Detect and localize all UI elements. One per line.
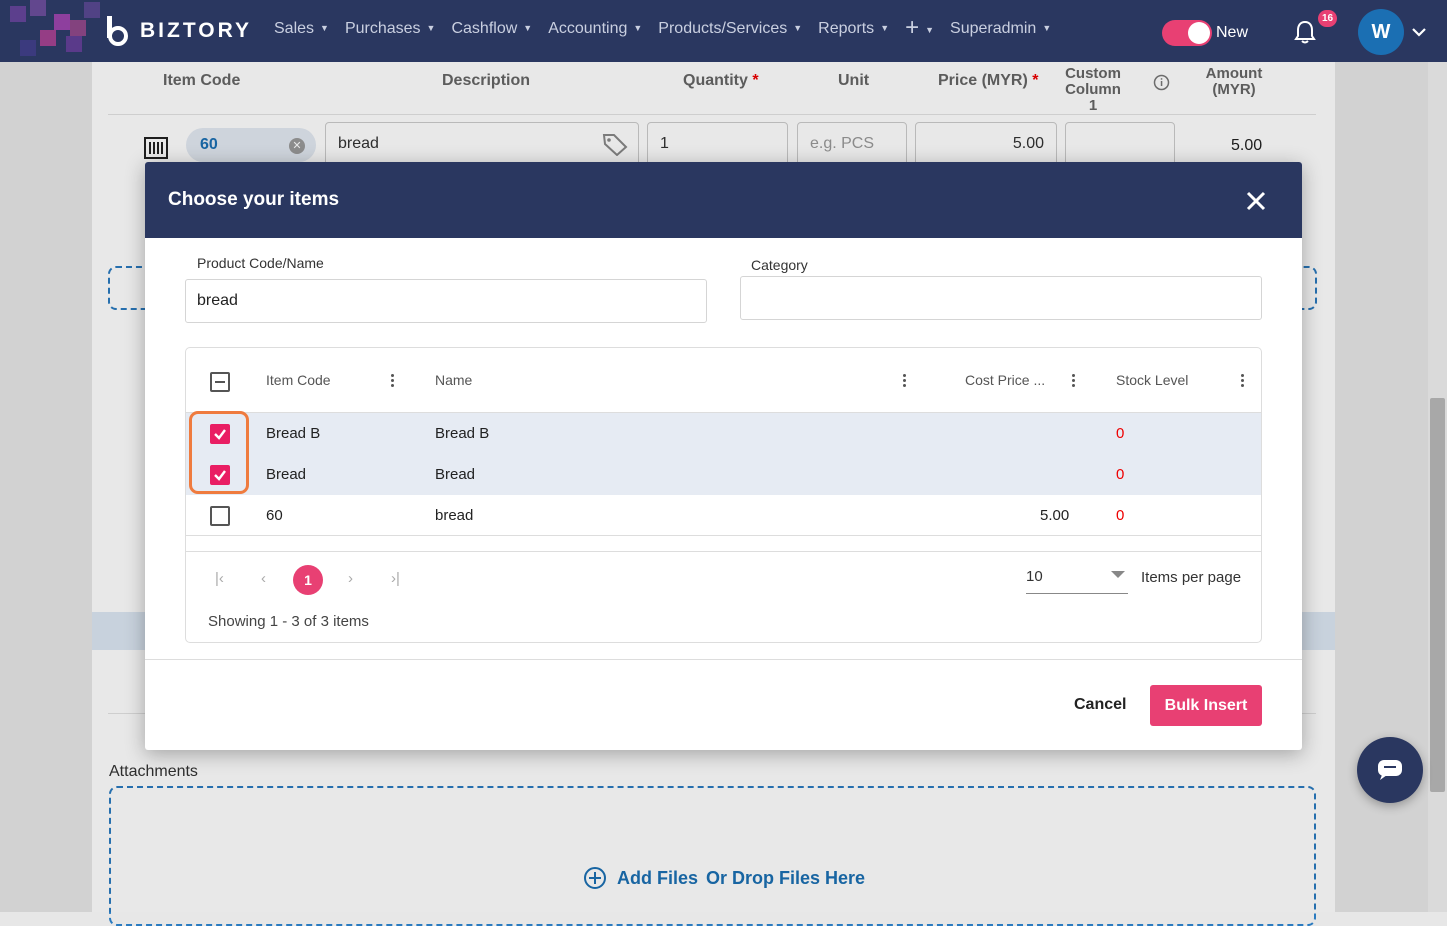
brand-logo[interactable]: BIZTORY <box>104 16 252 46</box>
menu-superadmin[interactable]: Superadmin ▼ <box>950 20 1051 38</box>
footer-divider <box>145 659 1302 660</box>
cell-stock-level: 0 <box>1116 507 1125 524</box>
chat-button[interactable] <box>1357 737 1423 803</box>
header-name[interactable]: Name <box>435 372 472 388</box>
product-code-label: Product Code/Name <box>197 255 324 271</box>
header-stock-level[interactable]: Stock Level <box>1116 372 1188 388</box>
items-grid: Item Code Name Cost Price ... Stock Leve… <box>185 347 1262 643</box>
chevron-down-icon[interactable] <box>1111 571 1125 578</box>
menu-reports[interactable]: Reports ▼ <box>818 20 889 38</box>
cell-item-code: Bread B <box>266 425 321 442</box>
table-row[interactable]: 60 bread 5.00 0 <box>186 495 1261 536</box>
menu-purchases[interactable]: Purchases ▼ <box>345 20 436 38</box>
user-avatar[interactable]: W <box>1358 9 1404 55</box>
column-menu-icon[interactable] <box>1072 374 1075 389</box>
row-divider <box>186 535 1261 536</box>
prev-page-icon[interactable]: ‹ <box>261 570 266 587</box>
cell-cost-price: 5.00 <box>1040 507 1070 524</box>
page-1-button[interactable]: 1 <box>293 565 323 595</box>
selection-highlight <box>189 411 249 494</box>
bell-icon[interactable] <box>1294 20 1316 49</box>
column-menu-icon[interactable] <box>1241 374 1244 389</box>
modal-header: Choose your items <box>145 162 1302 238</box>
modal-title: Choose your items <box>168 189 340 210</box>
brand-pixel-decoration <box>0 0 110 62</box>
chevron-down-icon[interactable] <box>1412 24 1426 42</box>
grid-header: Item Code Name Cost Price ... Stock Leve… <box>186 348 1261 413</box>
cell-name: Bread <box>435 466 476 483</box>
cell-name: Bread B <box>435 425 490 442</box>
menu-cashflow[interactable]: Cashflow ▼ <box>451 20 532 38</box>
biztory-logo-icon <box>104 16 132 46</box>
menu-accounting[interactable]: Accounting ▼ <box>548 20 642 38</box>
main-menu: Sales ▼ Purchases ▼ Cashflow ▼ Accounting ▼ … <box>274 16 1067 40</box>
cell-item-code: Bread <box>266 466 307 483</box>
new-ui-toggle[interactable] <box>1162 20 1212 46</box>
cell-name: bread <box>435 507 474 524</box>
cancel-button[interactable]: Cancel <box>1074 696 1126 714</box>
product-code-input[interactable]: bread <box>185 279 707 323</box>
next-page-icon[interactable]: › <box>348 570 353 587</box>
column-menu-icon[interactable] <box>391 374 394 389</box>
category-select[interactable] <box>740 276 1262 320</box>
row-checkbox[interactable] <box>210 506 230 526</box>
select-all-checkbox[interactable] <box>210 372 230 392</box>
showing-count: Showing 1 - 3 of 3 items <box>208 613 369 630</box>
top-navbar: BIZTORY Sales ▼ Purchases ▼ Cashflow ▼ Acco… <box>0 0 1447 62</box>
bulk-insert-button[interactable]: Bulk Insert <box>1150 685 1262 726</box>
table-row[interactable]: Bread B Bread B 0 <box>186 413 1261 454</box>
header-cost-price[interactable]: Cost Price ... <box>965 372 1045 388</box>
brand-name: BIZTORY <box>140 19 253 42</box>
items-per-page-label: Items per page <box>1141 569 1242 586</box>
cell-stock-level: 0 <box>1116 425 1125 442</box>
chat-icon <box>1377 759 1403 786</box>
cell-stock-level: 0 <box>1116 466 1125 483</box>
column-menu-icon[interactable] <box>903 374 906 389</box>
category-label: Category <box>751 257 808 273</box>
choose-items-modal: Choose your items Product Code/Name brea… <box>145 162 1302 750</box>
close-icon[interactable] <box>1245 190 1267 217</box>
last-page-icon[interactable]: ›| <box>391 570 400 587</box>
menu-products-services[interactable]: Products/Services ▼ <box>658 20 802 38</box>
menu-create-new[interactable]: + ▼ <box>905 16 934 40</box>
first-page-icon[interactable]: |‹ <box>215 570 224 587</box>
menu-sales[interactable]: Sales ▼ <box>274 20 329 38</box>
toggle-knob <box>1188 22 1210 44</box>
cell-item-code: 60 <box>266 507 283 524</box>
pager-divider <box>186 551 1261 552</box>
header-item-code[interactable]: Item Code <box>266 372 331 388</box>
toggle-label: New <box>1216 24 1249 41</box>
notification-badge: 16 <box>1318 10 1337 27</box>
table-row[interactable]: Bread Bread 0 <box>186 454 1261 495</box>
